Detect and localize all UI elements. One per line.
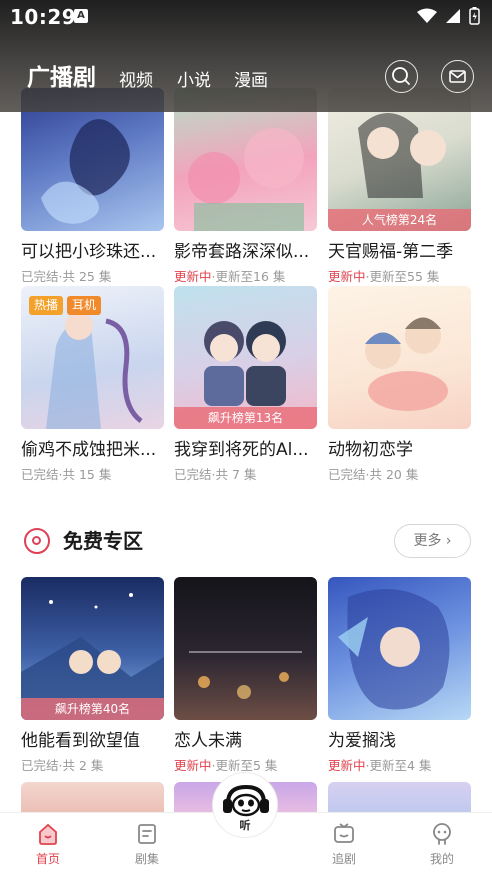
tab-novel[interactable]: 小说: [177, 66, 211, 91]
nav-profile[interactable]: 我的: [412, 821, 472, 867]
tab-video[interactable]: 视频: [119, 66, 153, 91]
section-title: 免费专区: [63, 529, 143, 553]
drama-title[interactable]: 可以把小珍珠还...: [21, 241, 164, 263]
top-bar: 10:29 A 广播剧 视频 小说 漫画: [0, 0, 492, 112]
tag-group: 热播 耳机: [29, 296, 102, 315]
search-button[interactable]: [385, 60, 418, 93]
mail-icon: [449, 70, 466, 83]
drama-card[interactable]: 动物初恋学 已完结·共 20 集: [328, 286, 471, 483]
nav-label: 我的: [429, 852, 454, 866]
more-button[interactable]: 更多 ›: [394, 524, 471, 558]
tab-comic[interactable]: 漫画: [234, 66, 268, 91]
drama-title[interactable]: 为爱搁浅: [328, 730, 471, 752]
headphone-tag: 耳机: [67, 296, 102, 315]
drama-card[interactable]: 热播 耳机 偷鸡不成蚀把米... 已完结·共 15 集: [21, 286, 164, 483]
battery-icon: [469, 7, 480, 25]
drama-cover[interactable]: 飙升榜第13名: [174, 286, 317, 429]
list-icon: [138, 824, 156, 844]
tab-radio-drama[interactable]: 广播剧: [27, 58, 96, 92]
fab-label: 听: [239, 819, 251, 832]
drama-card[interactable]: 人气榜第24名 天官赐福-第二季 更新中·更新至55 集: [328, 88, 471, 285]
hot-tag: 热播: [29, 296, 64, 315]
feed-content: 可以把小珍珠还... 已完结·共 25 集 影帝套路深深似... 更新中·更新至…: [0, 0, 492, 876]
clock: 10:29: [10, 5, 77, 29]
target-icon: [24, 528, 50, 554]
nav-label: 剧集: [134, 852, 159, 866]
free-section-header: 免费专区 更多 ›: [21, 524, 471, 558]
drama-title[interactable]: 影帝套路深深似...: [174, 241, 317, 263]
drama-title[interactable]: 偷鸡不成蚀把米...: [21, 439, 164, 461]
drama-status: 更新中·更新至55 集: [328, 269, 440, 284]
drama-title[interactable]: 恋人未满: [174, 730, 317, 752]
message-button[interactable]: [441, 60, 474, 93]
notification-icon: A: [74, 9, 88, 23]
nav-label: 追剧: [331, 852, 356, 866]
signal-icon: [446, 9, 460, 23]
drama-title[interactable]: 天官赐福-第二季: [328, 241, 471, 263]
drama-card[interactable]: 飙升榜第40名 他能看到欲望值 已完结·共 2 集: [21, 577, 164, 774]
nav-follow[interactable]: 追剧: [314, 821, 374, 867]
rank-badge: 飙升榜第40名: [21, 698, 164, 720]
drama-cover[interactable]: [328, 577, 471, 720]
drama-status: 更新中·更新至4 集: [328, 758, 432, 773]
drama-status: 已完结·共 2 集: [21, 758, 104, 773]
drama-status: 更新中·更新至16 集: [174, 269, 286, 284]
status-bar: 10:29 A: [0, 0, 492, 36]
nav-label: 首页: [35, 852, 60, 866]
rank-badge: 飙升榜第13名: [174, 407, 317, 429]
drama-card[interactable]: 为爱搁浅 更新中·更新至4 集: [328, 577, 471, 774]
nav-home[interactable]: 首页: [18, 821, 78, 867]
drama-card[interactable]: 飙升榜第13名 我穿到将死的Al... 已完结·共 7 集: [174, 286, 317, 483]
drama-status: 已完结·共 25 集: [21, 269, 112, 284]
drama-title[interactable]: 动物初恋学: [328, 439, 471, 461]
drama-cover[interactable]: 热播 耳机: [21, 286, 164, 429]
drama-card[interactable]: 恋人未满 更新中·更新至5 集: [174, 577, 317, 774]
drama-status: 已完结·共 7 集: [174, 467, 257, 482]
tv-icon: [334, 823, 354, 843]
drama-cover[interactable]: [174, 577, 317, 720]
drama-cover[interactable]: 飙升榜第40名: [21, 577, 164, 720]
rank-badge: 人气榜第24名: [328, 209, 471, 231]
drama-cover[interactable]: [328, 286, 471, 429]
wifi-icon: [417, 8, 437, 23]
player-mascot-icon: [223, 784, 269, 817]
drama-card[interactable]: 可以把小珍珠还... 已完结·共 25 集: [21, 88, 164, 285]
drama-status: 已完结·共 15 集: [21, 467, 112, 482]
nav-series[interactable]: 剧集: [117, 821, 177, 867]
drama-status: 已完结·共 20 集: [328, 467, 419, 482]
drama-title[interactable]: 他能看到欲望值: [21, 730, 164, 752]
player-fab-button[interactable]: 听: [212, 772, 278, 838]
drama-card[interactable]: 影帝套路深深似... 更新中·更新至16 集: [174, 88, 317, 285]
drama-title[interactable]: 我穿到将死的Al...: [174, 439, 317, 461]
profile-icon: [433, 823, 451, 845]
system-icons: [417, 7, 480, 25]
search-icon: [392, 67, 410, 85]
home-icon: [39, 823, 57, 845]
category-tabs: 广播剧 视频 小说 漫画: [0, 56, 492, 96]
